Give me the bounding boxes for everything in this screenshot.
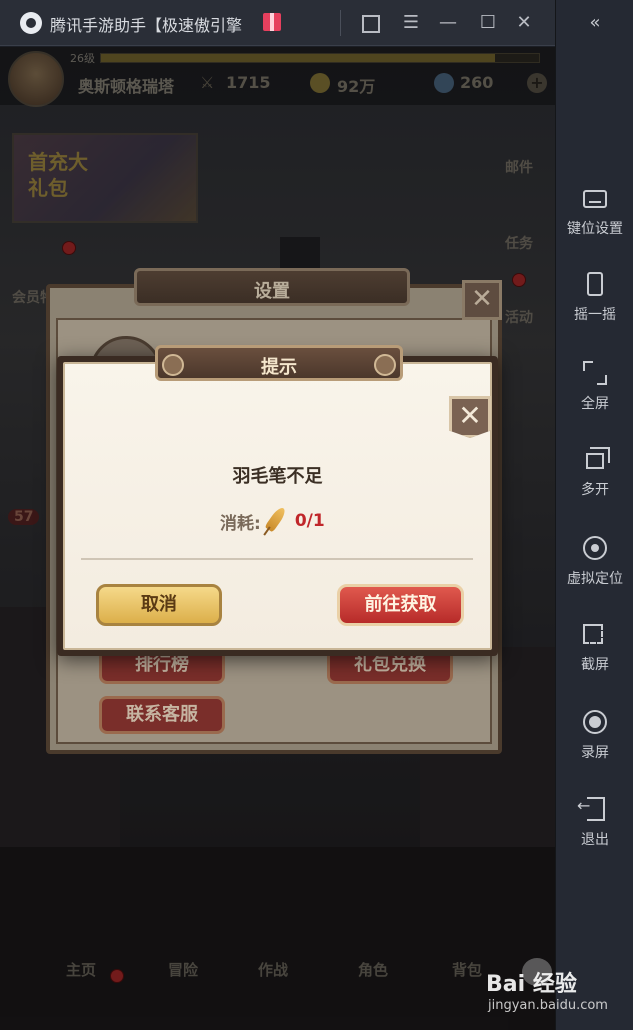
- cost-value: 0/1: [294, 511, 325, 531]
- hint-message: 羽毛笔不足: [232, 466, 323, 487]
- multi-window-icon: [586, 447, 610, 469]
- minimize-icon[interactable]: —: [437, 12, 459, 34]
- cancel-button[interactable]: 取消: [96, 584, 222, 626]
- contact-support-button[interactable]: 联系客服: [99, 696, 225, 734]
- sidebar-item-label: 虚拟定位: [567, 571, 623, 587]
- sidebar: « 键位设置 摇一摇 全屏 多开 虚拟定位 截屏 录屏 ← 退出: [555, 0, 633, 1030]
- watermark-text: Bai 经验: [486, 972, 577, 997]
- sidebar-item-screenshot[interactable]: 截屏: [556, 622, 633, 692]
- settings-header: 设置: [134, 268, 410, 306]
- window-title: 腾讯手游助手【极速傲引擎: [50, 16, 243, 35]
- sidebar-item-shake[interactable]: 摇一摇: [556, 272, 633, 342]
- go-obtain-button[interactable]: 前往获取: [337, 584, 464, 626]
- sidebar-item-fullscreen[interactable]: 全屏: [556, 361, 633, 431]
- hint-dialog-title: 提示: [261, 357, 297, 378]
- keyboard-icon: [583, 190, 607, 208]
- collapse-sidebar-icon[interactable]: «: [556, 12, 633, 33]
- sidebar-item-label: 摇一摇: [574, 307, 616, 323]
- menu-icon[interactable]: ☰: [400, 12, 422, 34]
- title-separator: [340, 10, 341, 36]
- settings-title: 设置: [254, 281, 290, 302]
- close-window-icon[interactable]: ✕: [513, 12, 535, 34]
- phone-shake-icon: [587, 272, 603, 296]
- dialog-close-button[interactable]: ✕: [449, 396, 491, 438]
- sidebar-item-label: 键位设置: [567, 221, 623, 237]
- sidebar-item-record[interactable]: 录屏: [556, 710, 633, 780]
- sidebar-item-label: 多开: [581, 482, 609, 498]
- cost-row: 消耗: 0/1: [220, 508, 325, 534]
- sidebar-item-label: 全屏: [581, 396, 609, 412]
- screenshot-icon: [583, 624, 603, 644]
- settings-close-button[interactable]: ✕: [462, 280, 502, 320]
- hint-dialog-header: 提示: [155, 345, 403, 381]
- sidebar-item-label: 录屏: [581, 745, 609, 761]
- sidebar-item-keymap[interactable]: 键位设置: [556, 186, 633, 256]
- sidebar-item-exit[interactable]: 退出: [556, 796, 633, 867]
- gift-icon[interactable]: [263, 13, 281, 31]
- watermark-url: jingyan.baidu.com: [488, 998, 608, 1013]
- dialog-divider: [81, 558, 473, 560]
- title-bar: 腾讯手游助手【极速傲引擎 ☰ — ☐ ✕: [0, 0, 555, 46]
- sidebar-item-multi-open[interactable]: 多开: [556, 447, 633, 517]
- app-window: 腾讯手游助手【极速傲引擎 ☰ — ☐ ✕ « 键位设置 摇一摇 全屏 多开 虚拟…: [0, 0, 633, 1030]
- popout-icon[interactable]: [362, 15, 380, 33]
- cost-label: 消耗:: [220, 513, 261, 534]
- app-logo-icon: [20, 12, 42, 34]
- exit-icon: [577, 796, 605, 821]
- sidebar-item-label: 退出: [581, 832, 609, 848]
- sidebar-item-label: 截屏: [581, 657, 609, 673]
- sidebar-item-virtual-location[interactable]: 虚拟定位: [556, 536, 633, 606]
- record-icon: [583, 710, 607, 734]
- maximize-icon[interactable]: ☐: [477, 12, 499, 34]
- fullscreen-icon: [583, 361, 607, 385]
- location-icon: [583, 536, 607, 560]
- quill-icon: [263, 506, 291, 536]
